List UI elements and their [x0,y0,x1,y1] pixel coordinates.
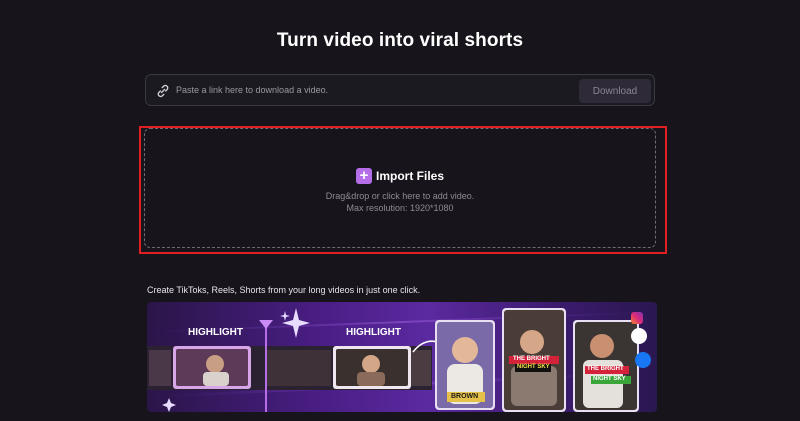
short-caption-1: THE BRIGHT [513,356,550,362]
link-bar[interactable]: Download [145,74,655,106]
plus-icon: + [355,168,372,184]
facebook-icon [635,352,651,368]
page-title: Turn video into viral shorts [276,30,524,51]
max-resolution-text: Max resolution: 1920*1080 [346,203,454,213]
short-caption-brown: BROWN [451,393,479,400]
promo-illustration [147,308,657,412]
short-caption-2: NIGHT SKY [517,364,550,370]
drop-hint-text: Drag&drop or click here to add video. [325,191,475,201]
link-icon [157,84,169,98]
link-input[interactable] [176,75,576,105]
sparkle-icon [282,308,310,338]
short-caption-3: THE BRIGHT [587,366,624,372]
import-files-button[interactable]: + Import Files [355,168,444,184]
playhead [265,322,267,412]
highlight-label-2: HIGHLIGHT [346,327,401,338]
tiktok-icon [631,328,647,344]
promo-banner: HIGHLIGHT HIGHLIGHT BROWN THE BRIGHT NIG… [147,302,657,412]
import-files-label: Import Files [375,169,444,183]
highlight-label-1: HIGHLIGHT [188,327,243,338]
drop-zone[interactable]: + Import Files Drag&drop or click here t… [144,128,656,248]
instagram-icon [631,312,643,324]
promo-tagline: Create TikToks, Reels, Shorts from your … [147,285,421,295]
short-caption-4: NIGHT SKY [593,376,626,382]
download-button[interactable]: Download [579,79,651,103]
